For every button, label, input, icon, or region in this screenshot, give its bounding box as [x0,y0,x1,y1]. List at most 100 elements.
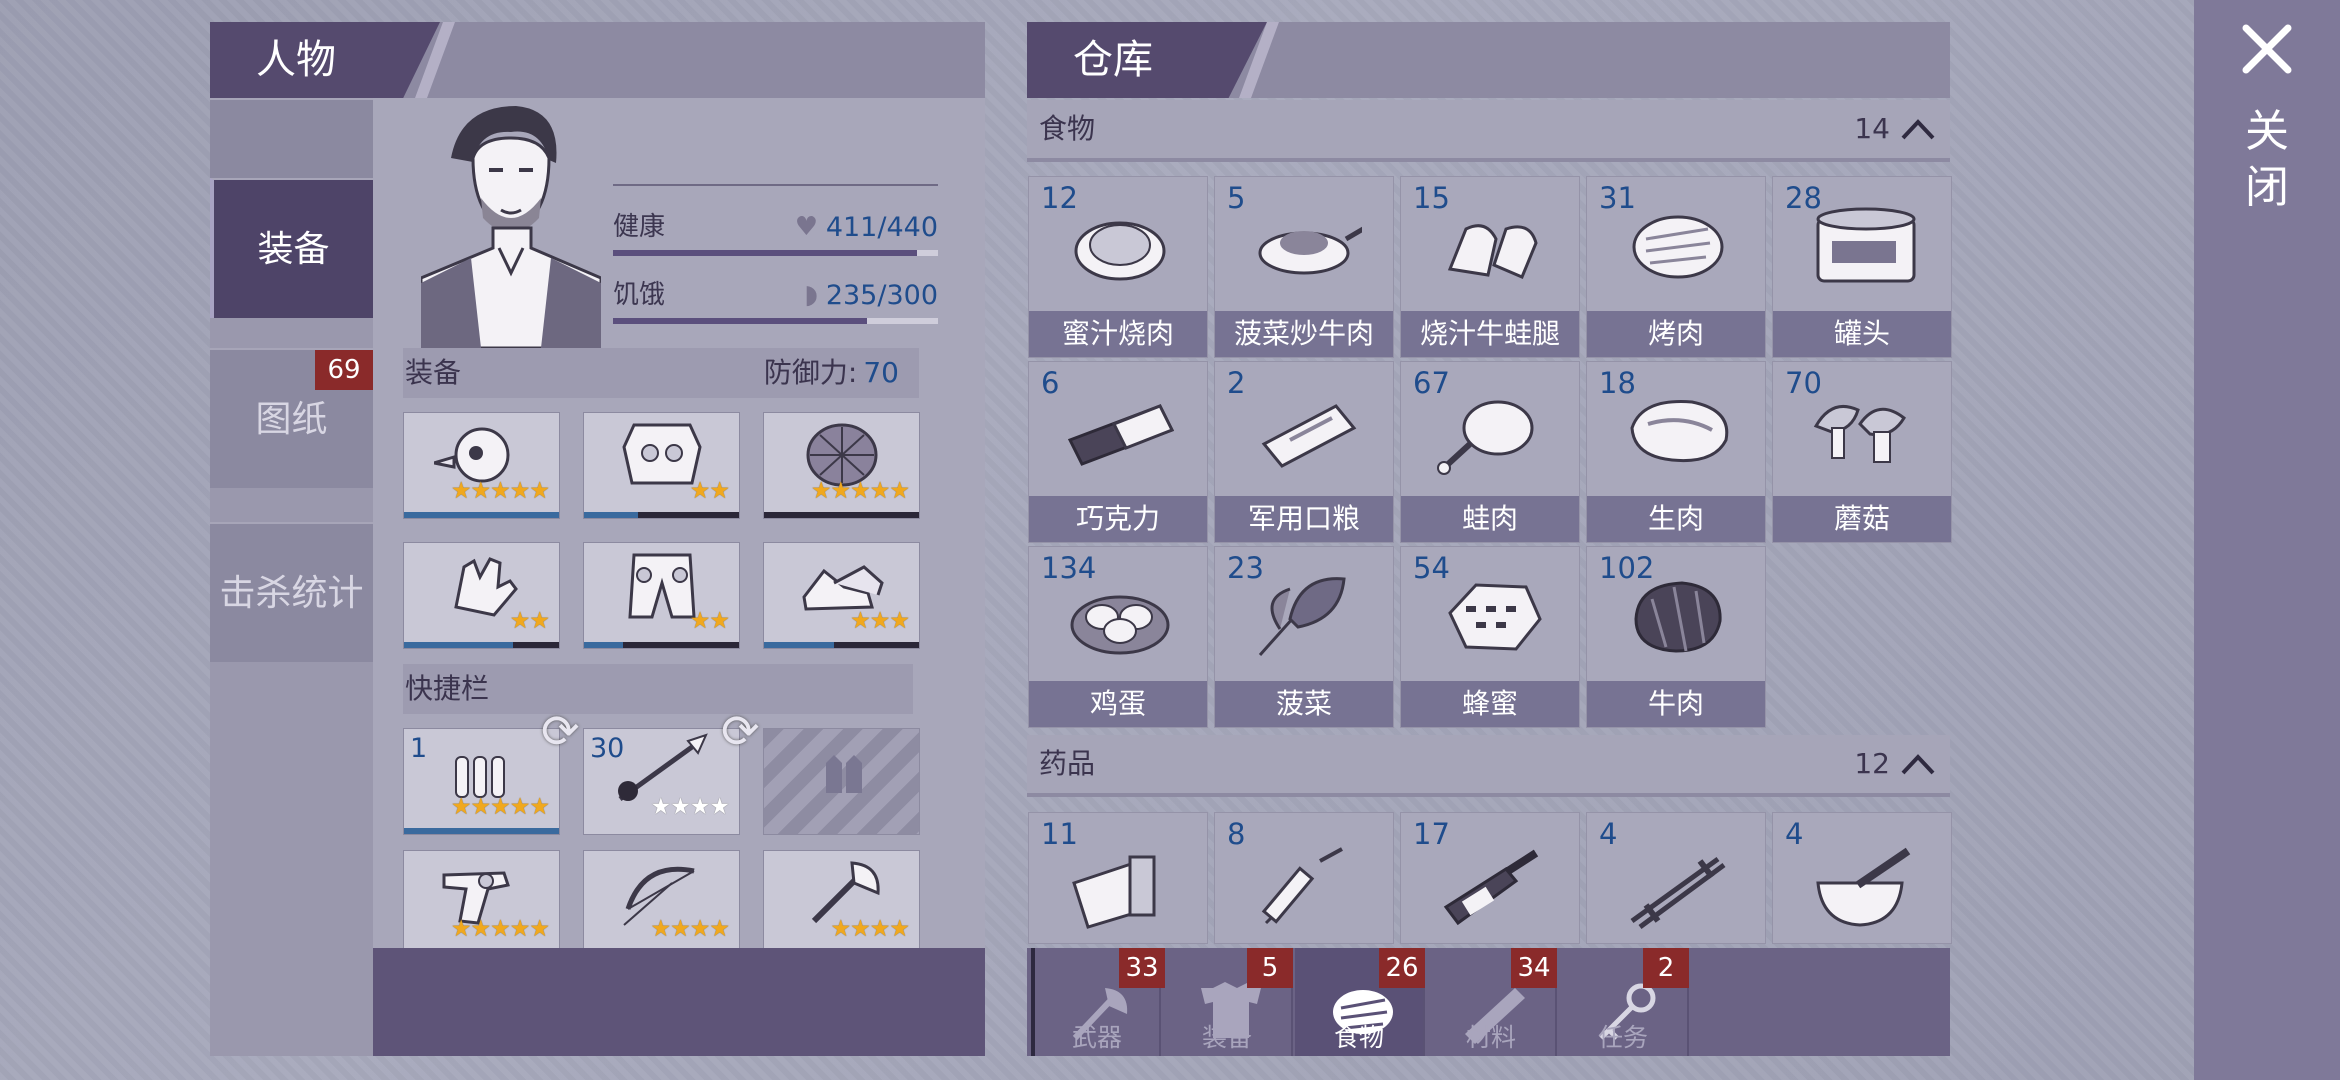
food-item[interactable]: 54 蜂蜜 [1400,546,1580,728]
warehouse-tab[interactable]: 33 武器 [1031,948,1165,1056]
hunger-bar-fill [613,318,868,324]
close-icon[interactable] [2240,22,2294,76]
equipment-slot[interactable]: ★★ [583,542,740,649]
stat-divider [613,184,938,186]
bandage-icon [1072,855,1156,929]
raw-meat-icon [1630,400,1729,463]
equipment-slot[interactable]: 30 ★★★★ [583,728,740,835]
tab-label: 任务 [1597,1023,1648,1052]
star-rating: ★★★★★ [450,478,550,504]
food-item[interactable]: 102 牛肉 [1586,546,1766,728]
locked-slot[interactable] [763,728,920,835]
durability-fill [584,512,639,518]
slot-quantity: 1 [410,733,428,764]
food-category-count: 14 [1854,112,1890,145]
item-quantity: 67 [1413,366,1450,400]
food-item[interactable]: 12 蜜汁烧肉 [1028,176,1208,358]
star-rating: ★★★★★ [450,794,550,820]
warehouse-panel: 仓库 食物 14 12 蜜汁烧肉 5 菠菜炒牛肉 15 烧汁牛蛙腿 31 烤肉 28 罐头 6 巧克力… [1027,22,1952,1056]
medicine-item[interactable]: 4 [1772,812,1952,944]
food-item[interactable]: 2 军用口粮 [1214,361,1394,543]
quickbar-section-label: 快捷栏 [405,672,490,705]
close-label: 关闭 [2242,104,2292,216]
bottle-icon [1443,849,1539,926]
tab-label: 装备 [1201,1023,1252,1052]
equipment-slot[interactable]: 1 ★★★★★ [403,728,560,835]
warehouse-tab[interactable]: 34 材料 [1427,948,1557,1056]
star-rating: ★★★ [850,608,910,634]
equipment-slot[interactable]: ★★★★ [763,850,920,957]
warehouse-tab[interactable]: 5 装备 [1163,948,1293,1056]
warehouse-tab[interactable]: 2 任务 [1559,948,1689,1056]
star-rating: ★★ [509,608,550,634]
food-item[interactable]: 31 烤肉 [1586,176,1766,358]
item-name: 菠菜炒牛肉 [1215,311,1393,357]
honey-roast-icon [1074,221,1166,281]
warehouse-tab[interactable]: 26 食物 [1295,948,1425,1056]
durability-fill [404,828,559,834]
food-item[interactable]: 70 蘑菇 [1772,361,1952,543]
character-footer [373,948,985,1056]
medicine-item[interactable]: 17 [1400,812,1580,944]
item-name: 蛙肉 [1401,496,1579,542]
health-stat: 健康 ♥ 411/440 [613,206,938,266]
swap-icon[interactable]: ⟳ [541,704,580,758]
item-quantity: 70 [1785,366,1822,400]
medicine-item[interactable]: 4 [1586,812,1766,944]
durability-fill [584,642,623,648]
tab-blueprints[interactable]: 图纸 69 [210,348,373,488]
durability-bar [584,512,739,518]
durability-bar [404,642,559,648]
splint-icon [1630,856,1726,930]
item-name: 巧克力 [1029,496,1207,542]
item-name: 蜂蜜 [1401,681,1579,727]
item-quantity: 17 [1413,817,1450,851]
item-quantity: 28 [1785,181,1822,215]
close-panel[interactable]: 关闭 [2194,0,2340,1080]
item-quantity: 4 [1599,817,1618,851]
swap-icon[interactable]: ⟳ [721,704,760,758]
item-quantity: 102 [1599,551,1655,585]
equipment-slot[interactable]: ★★★★★ [403,412,560,519]
equipment-slot[interactable]: ★★★ [763,542,920,649]
tab-equipment[interactable]: 装备 [210,178,373,318]
item-quantity: 23 [1227,551,1264,585]
item-quantity: 54 [1413,551,1450,585]
food-item[interactable]: 18 生肉 [1586,361,1766,543]
food-item[interactable]: 23 菠菜 [1214,546,1394,728]
food-item[interactable]: 6 巧克力 [1028,361,1208,543]
food-item[interactable]: 28 罐头 [1772,176,1952,358]
equipment-slot[interactable]: ★★ [583,412,740,519]
slot-quantity: 30 [590,733,625,764]
durability-fill [764,642,834,648]
health-value: 411/440 [825,212,938,243]
medicine-category-bar[interactable]: 药品 12 [1027,735,1950,797]
food-item[interactable]: 134 鸡蛋 [1028,546,1208,728]
food-item[interactable]: 15 烧汁牛蛙腿 [1400,176,1580,358]
item-quantity: 15 [1413,181,1450,215]
equipment-slot[interactable]: ★★ [403,542,560,649]
tab-badge: 2 [1643,948,1689,988]
chevron-up-icon[interactable] [1900,114,1936,144]
medicine-item[interactable]: 8 [1214,812,1394,944]
medicine-item[interactable]: 11 [1028,812,1208,944]
item-quantity: 134 [1041,551,1097,585]
chevron-up-icon[interactable] [1900,749,1936,779]
tab-kill-stats[interactable]: 击杀统计 [210,522,373,662]
character-title: 人物 [210,22,440,98]
food-category-bar[interactable]: 食物 14 [1027,100,1950,162]
tab-badge: 26 [1379,948,1425,988]
equipment-slot[interactable]: ★★★★ [583,850,740,957]
food-item[interactable]: 67 蛙肉 [1400,361,1580,543]
durability-fill [404,512,559,518]
character-side-tabs: 装备 图纸 69 击杀统计 [210,98,373,1056]
food-item[interactable]: 5 菠菜炒牛肉 [1214,176,1394,358]
durability-bar [764,642,919,648]
tab-label: 食物 [1333,1023,1384,1052]
equipment-slot[interactable]: ★★★★★ [403,850,560,957]
tab-equipment-label: 装备 [257,229,330,270]
item-name: 生肉 [1587,496,1765,542]
food-category-name: 食物 [1039,112,1096,145]
tab-badge: 5 [1247,948,1293,988]
equipment-slot[interactable]: ★★★★★ [763,412,920,519]
